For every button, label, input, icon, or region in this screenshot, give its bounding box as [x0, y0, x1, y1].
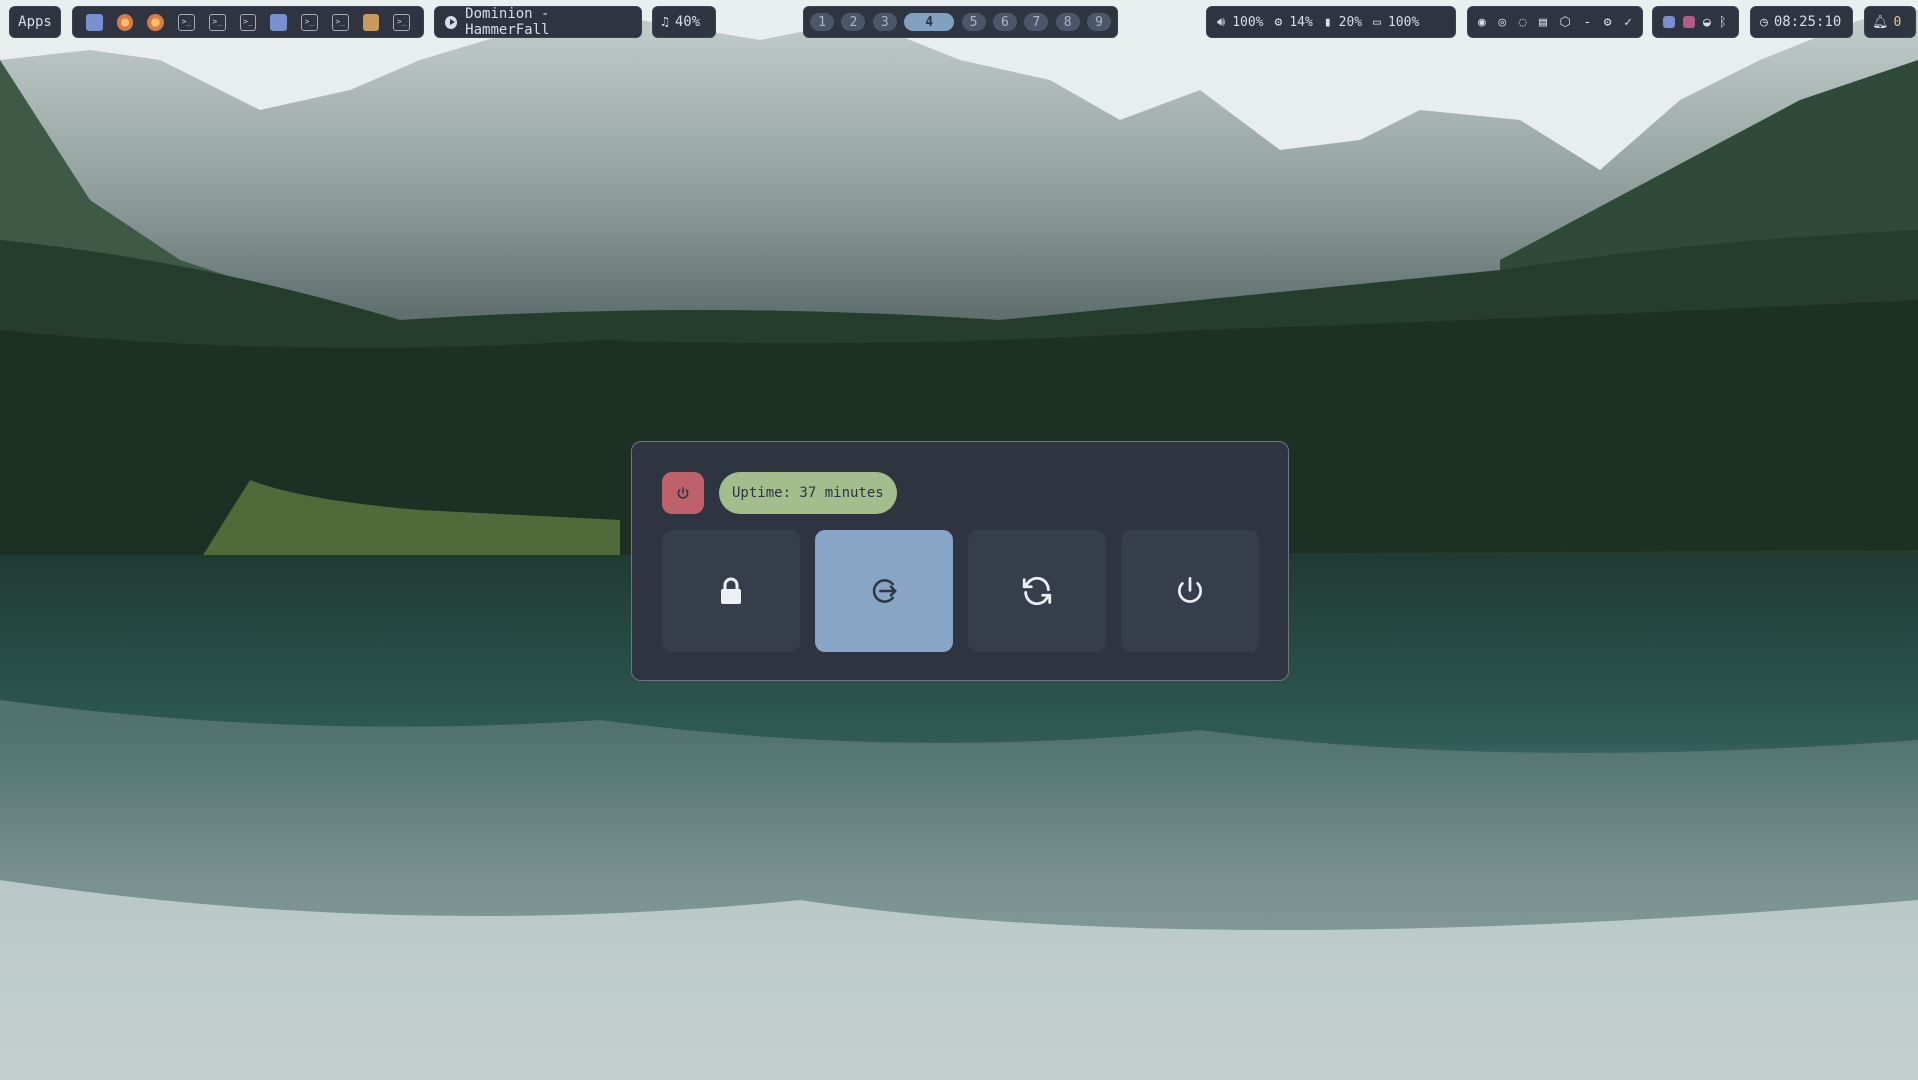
shutdown-icon [1178, 577, 1202, 603]
memory-value: 20% [1338, 14, 1363, 30]
eye-icon[interactable]: ◎ [1498, 16, 1506, 29]
logout-button[interactable] [815, 530, 953, 652]
lock-button[interactable] [662, 530, 800, 652]
apps-label: Apps [18, 14, 52, 30]
package-icon[interactable] [362, 13, 380, 31]
logout-icon [872, 579, 897, 603]
reboot-icon [1022, 576, 1052, 606]
tray-group-b: ◒ ᛒ [1652, 6, 1739, 38]
power-icon [662, 472, 704, 514]
uptime-label: Uptime: 37 minutes [719, 472, 897, 514]
clock-time: 08:25:10 [1773, 14, 1842, 30]
bell-off-icon[interactable]: ◌ [1519, 16, 1527, 29]
mouse-icon[interactable]: ◉ [1478, 16, 1486, 29]
clock[interactable]: ◷ 08:25:10 [1750, 6, 1853, 38]
teams-icon[interactable] [270, 13, 288, 31]
teams-icon[interactable] [1663, 16, 1675, 28]
battery-value: 100% [1387, 14, 1420, 30]
apps-button[interactable]: Apps [9, 6, 61, 38]
workspace-9[interactable]: 9 [1087, 13, 1111, 31]
memory-icon: ▮ [1323, 14, 1332, 30]
battery-icon: ▭ [1373, 14, 1381, 30]
notifications-button[interactable]: 🔔︎ 0 [1864, 6, 1916, 38]
notification-count: 0 [1893, 14, 1902, 30]
cube-icon[interactable]: ⬡ [1560, 16, 1571, 29]
bluetooth-icon[interactable]: ᛒ [1719, 16, 1727, 29]
power-menu-actions [662, 530, 1259, 652]
cpu-value: 14% [1289, 14, 1313, 30]
power-menu-header: Uptime: 37 minutes [662, 472, 897, 514]
workspace-8[interactable]: 8 [1055, 13, 1080, 31]
wifi-icon[interactable]: ◒ [1703, 16, 1711, 29]
power-menu: Uptime: 37 minutes [631, 441, 1289, 681]
terminal-icon[interactable]: >_ [301, 13, 318, 31]
workspace-switcher: 1 2 3 4 5 6 7 8 9 [803, 6, 1118, 38]
bell-icon: 🔔︎ [1872, 14, 1889, 30]
music-volume-value: 40% [674, 14, 701, 30]
terminal-icon[interactable]: >_ [239, 13, 257, 31]
workspace-5[interactable]: 5 [961, 13, 986, 31]
workspace-1[interactable]: 1 [810, 13, 834, 31]
reboot-button[interactable] [968, 530, 1106, 652]
browser-icon[interactable] [147, 13, 165, 31]
dash-icon: - [1583, 14, 1592, 30]
shutdown-button[interactable] [1121, 530, 1259, 652]
taskbar: >_ >_ >_ >_ >_ >_ [72, 6, 424, 38]
speaker-icon[interactable]: 🔊︎ [1217, 16, 1225, 29]
check-icon[interactable]: ✓ [1624, 16, 1632, 29]
note-icon[interactable]: ▤ [1539, 16, 1547, 29]
clock-icon: ◷ [1760, 14, 1768, 30]
app-icon[interactable] [1683, 16, 1695, 28]
terminal-icon[interactable]: >_ [178, 13, 195, 31]
terminal-icon[interactable]: >_ [208, 13, 226, 31]
terminal-icon[interactable]: >_ [331, 13, 349, 31]
now-playing-title: Dominion - HammerFall [465, 6, 550, 38]
play-icon[interactable] [445, 15, 458, 29]
teams-icon[interactable] [86, 13, 103, 31]
cpu-icon: ⚙ [1274, 14, 1283, 30]
workspace-7[interactable]: 7 [1024, 13, 1049, 31]
volume-value: 100% [1232, 14, 1264, 30]
tray-group-a: ◉ ◎ ◌ ▤ ⬡ - ⚙ ✓ [1467, 6, 1643, 38]
workspace-3[interactable]: 3 [872, 13, 897, 31]
system-stats: 🔊︎ 100% ⚙ 14% ▮ 20% ▭ 100% [1206, 6, 1456, 38]
workspace-2[interactable]: 2 [841, 13, 866, 31]
browser-icon[interactable] [116, 13, 134, 31]
terminal-icon[interactable]: >_ [393, 13, 411, 31]
workspace-4-active[interactable]: 4 [904, 13, 955, 31]
music-volume[interactable]: ♫ 40% [652, 6, 716, 38]
media-player[interactable]: Dominion - HammerFall [434, 6, 642, 38]
lock-icon [721, 577, 741, 604]
gear-icon[interactable]: ⚙ [1604, 16, 1612, 29]
workspace-6[interactable]: 6 [992, 13, 1017, 31]
music-note-icon: ♫ [661, 14, 669, 30]
